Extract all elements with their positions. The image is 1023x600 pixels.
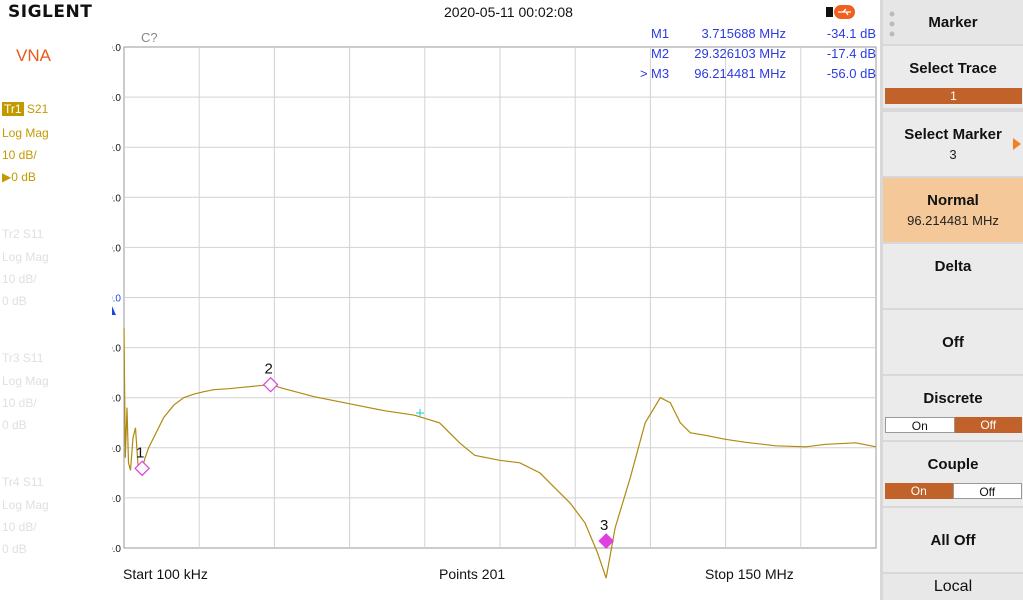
brand-logo: SIGLENT (8, 2, 93, 22)
marker-3-symbol (598, 533, 615, 549)
trace-2-param: S11 (22, 227, 44, 241)
submenu-arrow-icon (1013, 138, 1021, 150)
menu-title: Marker (928, 14, 978, 31)
trace-3-ref: 0 dB (2, 418, 27, 432)
select-trace-value: 1 (885, 88, 1022, 104)
trace-4-scale: 10 dB/ (2, 520, 37, 534)
trace-chart: 50.040.030.020.010.00.0-10.0-20.0-30.0-4… (98, 43, 877, 579)
trace-3-tag: Tr3 (2, 351, 20, 365)
select-trace-label: Select Trace (909, 60, 997, 77)
couple-off-option[interactable]: Off (952, 483, 1022, 499)
softkey-menu: Marker Select Trace 1 Select Marker 3 No… (880, 0, 1023, 600)
mode-label: VNA (16, 46, 51, 65)
trace-markers: 1 2 3 (134, 361, 615, 549)
trace-4-header[interactable]: Tr4 S11 (2, 475, 43, 489)
trace-2-header[interactable]: Tr2 S11 (2, 227, 43, 241)
off-key[interactable]: Off (883, 310, 1023, 374)
trace-4-param: S11 (22, 475, 44, 489)
grip-icon (889, 11, 895, 37)
marker-1-number: 1 (136, 444, 144, 461)
discrete-toggle[interactable]: On Off (885, 417, 1022, 433)
trace-1-scale: 10 dB/ (2, 148, 37, 162)
marker-3-freq: 96.214481 MHz (694, 66, 786, 81)
off-label: Off (942, 334, 964, 351)
marker-3-number: 3 (600, 517, 608, 534)
marker-2-label: M2 (651, 46, 670, 61)
marker-2-symbol (262, 376, 279, 393)
marker-3-label: M3 (651, 66, 670, 81)
status-bar: SIGLENT 2020-05-11 00:02:08 (0, 0, 880, 22)
all-off-key[interactable]: All Off (883, 508, 1023, 572)
marker-2-freq: 29.326103 MHz (694, 46, 786, 61)
marker-2-value: -17.4 dB (826, 46, 876, 61)
sweep-points[interactable]: Points 201 (439, 566, 505, 582)
trace-info-panel: VNA Tr1 S21 Log Mag 10 dB/ ▶0 dB Tr2 S11… (0, 22, 112, 600)
normal-value: 96.214481 MHz (907, 213, 999, 228)
trace-3-format: Log Mag (2, 374, 49, 388)
select-marker-value: 3 (949, 147, 957, 162)
start-frequency[interactable]: Start 100 kHz (123, 566, 208, 582)
marker-1-symbol (134, 460, 150, 477)
discrete-on-option[interactable]: On (885, 417, 955, 433)
trace-3-param: S11 (22, 351, 44, 365)
trace-4-format: Log Mag (2, 498, 49, 512)
trace-2-tag: Tr2 (2, 227, 20, 241)
discrete-label: Discrete (923, 390, 983, 407)
couple-toggle[interactable]: On Off (885, 483, 1022, 499)
calibration-status: C? (141, 30, 158, 45)
trace-1-header[interactable]: Tr1 S21 (2, 102, 48, 116)
delta-key[interactable]: Delta (883, 244, 1023, 308)
stop-frequency[interactable]: Stop 150 MHz (705, 566, 794, 582)
trace-2-format: Log Mag (2, 250, 49, 264)
trace-2-scale: 10 dB/ (2, 272, 37, 286)
usb-icon (826, 5, 855, 19)
delta-label: Delta (934, 258, 972, 275)
couple-on-option[interactable]: On (885, 483, 953, 499)
marker-3-value: -56.0 dB (826, 66, 876, 81)
menu-title-key: Marker (883, 0, 1023, 44)
normal-key[interactable]: Normal 96.214481 MHz (883, 178, 1023, 242)
plot-grid (123, 46, 877, 549)
trace-2-ref: 0 dB (2, 294, 27, 308)
trace-1-ref: ▶0 dB (2, 170, 36, 184)
marker-2-number: 2 (264, 361, 272, 378)
local-label: Local (933, 578, 973, 595)
trace-3-header[interactable]: Tr3 S11 (2, 351, 43, 365)
select-trace-key[interactable]: Select Trace 1 (883, 46, 1023, 108)
trace-1-format: Log Mag (2, 126, 49, 140)
active-marker-indicator: > (640, 66, 648, 81)
discrete-off-option[interactable]: Off (954, 417, 1022, 433)
trace-1-param: S21 (26, 102, 49, 116)
marker-1-label: M1 (651, 26, 670, 41)
trace-4-tag: Tr4 (2, 475, 20, 489)
normal-label: Normal (927, 192, 979, 209)
couple-key[interactable]: Couple On Off (883, 442, 1023, 506)
select-marker-key[interactable]: Select Marker 3 (883, 112, 1023, 176)
marker-1-value: -34.1 dB (826, 26, 876, 41)
datetime: 2020-05-11 00:02:08 (444, 4, 573, 20)
couple-label: Couple (927, 456, 979, 473)
select-marker-label: Select Marker (904, 126, 1002, 143)
all-off-label: All Off (930, 532, 976, 549)
marker-1-freq: 3.715688 MHz (701, 26, 786, 41)
trace-3-scale: 10 dB/ (2, 396, 37, 410)
discrete-key[interactable]: Discrete On Off (883, 376, 1023, 440)
trace-4-ref: 0 dB (2, 542, 27, 556)
trace-1-tag: Tr1 (2, 102, 24, 116)
local-key[interactable]: Local (883, 574, 1023, 600)
measurement-plot: 50.040.030.020.010.00.0-10.0-20.0-30.0-4… (0, 22, 880, 600)
